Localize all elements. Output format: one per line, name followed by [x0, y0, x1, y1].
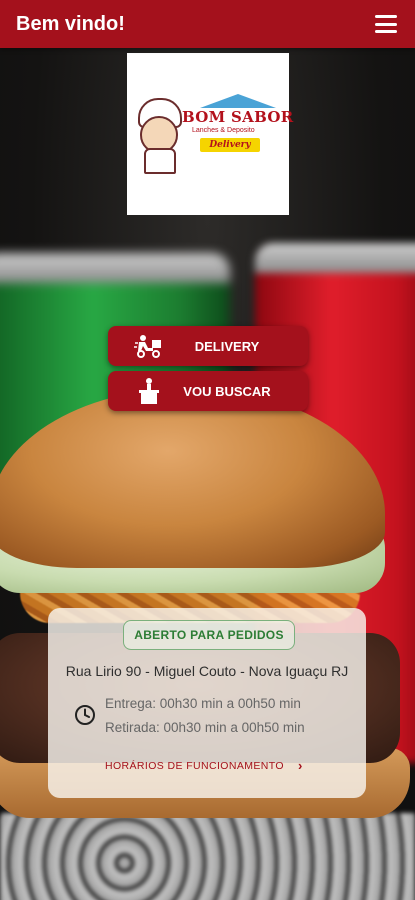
- hamburger-menu-icon[interactable]: [375, 15, 397, 33]
- status-badge: ABERTO PARA PEDIDOS: [123, 620, 295, 650]
- delivery-button[interactable]: DELIVERY: [108, 326, 308, 366]
- pickup-box-icon: [134, 378, 164, 404]
- app-header: Bem vindo!: [0, 0, 415, 48]
- delivery-scooter-icon: [134, 333, 164, 359]
- chef-body-icon: [144, 148, 176, 174]
- store-logo: BOM SABOR Lanches & Deposito Delivery: [127, 53, 293, 215]
- opening-hours-link[interactable]: HORÁRIOS DE FUNCIONAMENTO ›: [105, 758, 303, 773]
- logo-subtitle: Lanches & Deposito: [192, 127, 255, 134]
- store-address: Rua Lirio 90 - Miguel Couto - Nova Iguaç…: [65, 663, 349, 679]
- pickup-button-label: VOU BUSCAR: [183, 383, 271, 399]
- clock-icon: [75, 705, 95, 725]
- logo-delivery-tag: Delivery: [200, 138, 260, 152]
- delivery-button-label: DELIVERY: [194, 338, 260, 354]
- pickup-time: Retirada: 00h30 min a 00h50 min: [105, 720, 305, 735]
- opening-hours-link-label: HORÁRIOS DE FUNCIONAMENTO: [105, 759, 284, 772]
- logo-brand-name: BOM SABOR: [182, 108, 294, 126]
- chevron-right-icon: ›: [297, 758, 303, 773]
- house-roof-icon: [200, 94, 276, 108]
- opening-hours: Entrega: 00h30 min a 00h50 min Retirada:…: [105, 692, 305, 740]
- store-info-card: ABERTO PARA PEDIDOS Rua Lirio 90 - Migue…: [48, 608, 366, 798]
- page-title: Bem vindo!: [16, 12, 125, 35]
- delivery-time: Entrega: 00h30 min a 00h50 min: [105, 696, 301, 711]
- pickup-button[interactable]: VOU BUSCAR: [108, 371, 308, 411]
